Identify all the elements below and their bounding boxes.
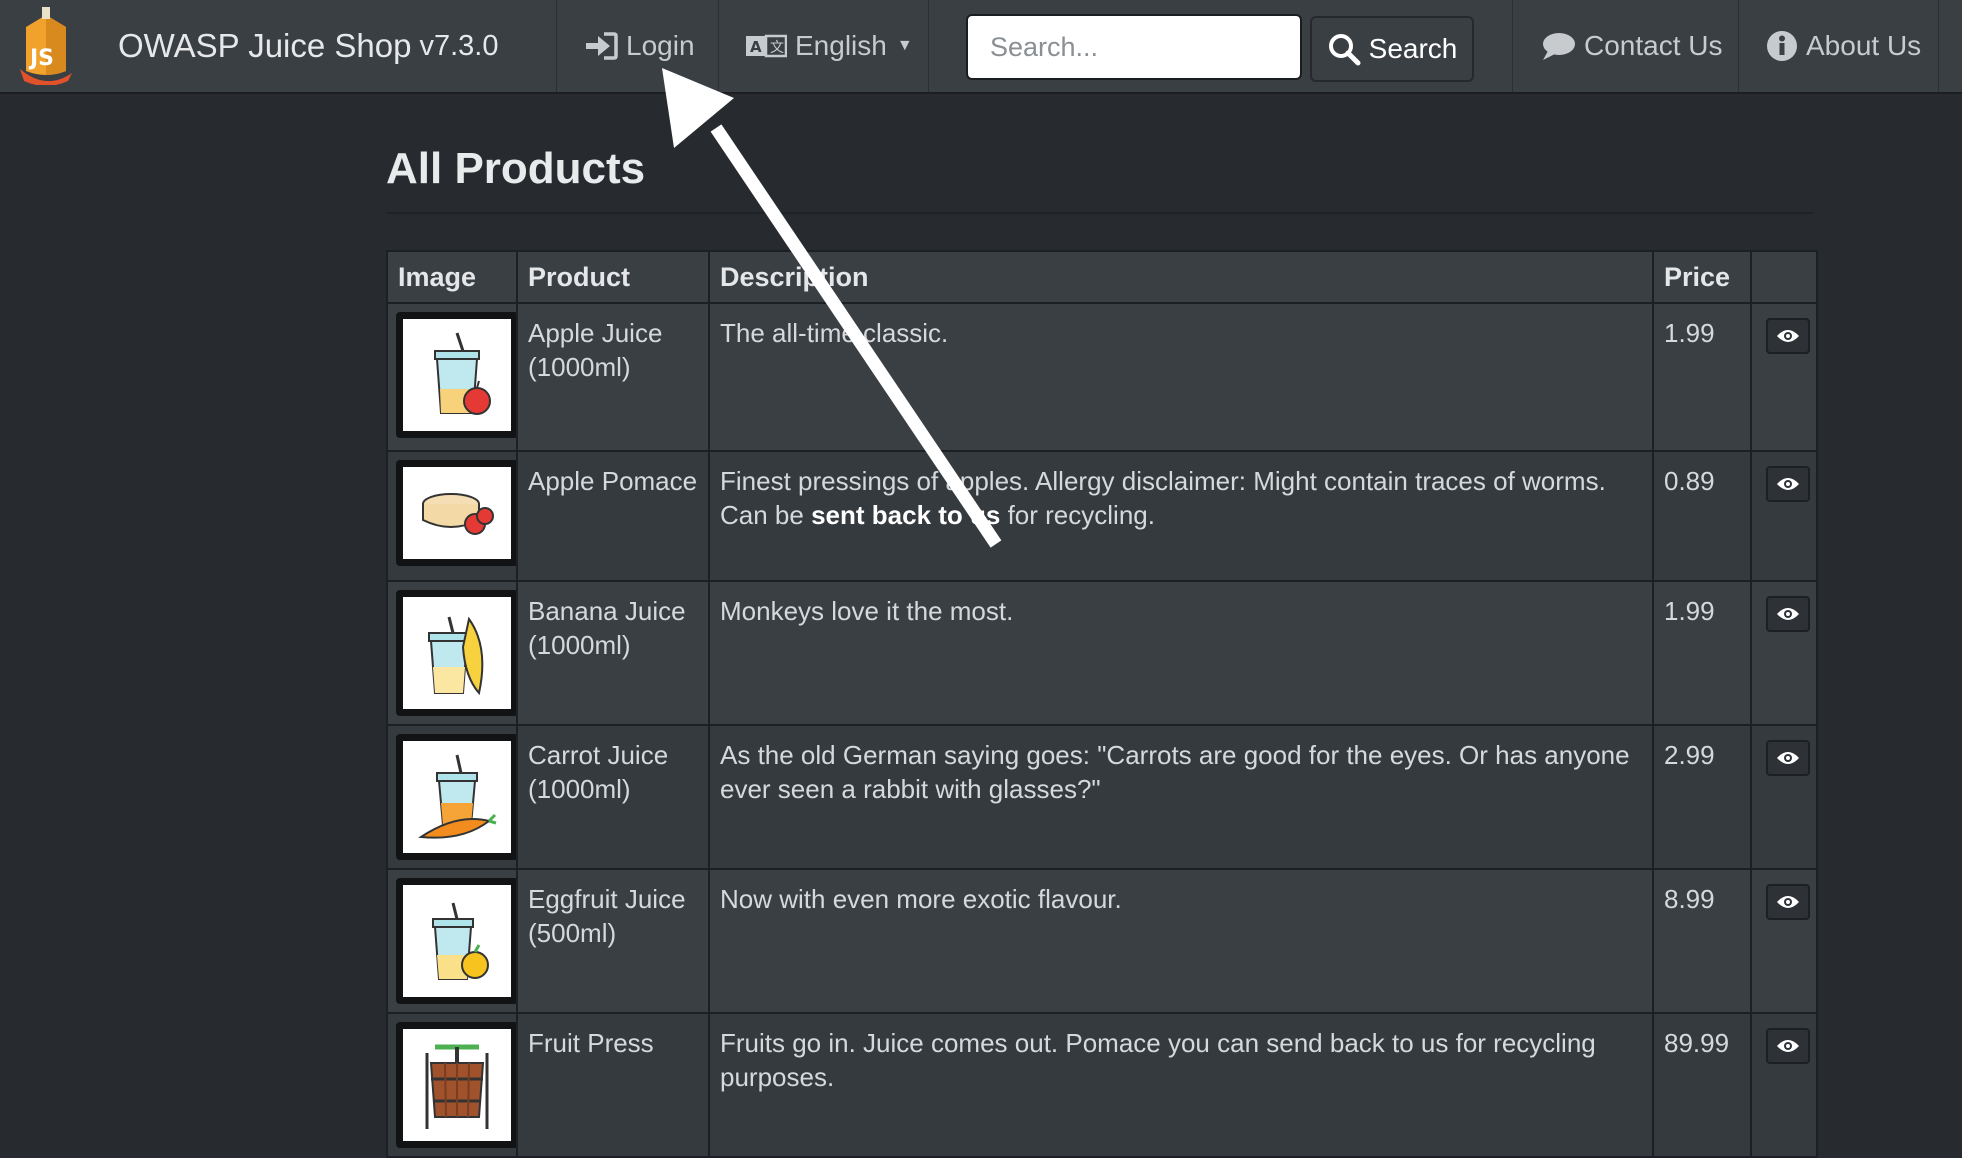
product-description: As the old German saying goes: "Carrots …: [708, 724, 1654, 870]
product-description: The all-time classic.: [708, 302, 1654, 452]
table-row: Carrot Juice (1000ml) As the old German …: [386, 724, 1818, 870]
page-title: All Products: [386, 144, 646, 193]
column-header-image: Image: [386, 250, 518, 304]
product-price: 89.99: [1652, 1012, 1752, 1158]
contact-us-link[interactable]: Contact Us: [1540, 0, 1723, 92]
juice-shop-logo[interactable]: JS: [16, 0, 92, 92]
view-details-button[interactable]: [1766, 318, 1810, 354]
table-header-row: Image Product Description Price: [386, 250, 1818, 304]
carrot-juice-icon[interactable]: [396, 734, 518, 860]
svg-text:A: A: [750, 38, 762, 56]
product-name: Apple Pomace: [516, 450, 710, 582]
column-header-price: Price: [1652, 250, 1752, 304]
banana-juice-icon[interactable]: [396, 590, 518, 716]
svg-text:JS: JS: [28, 46, 54, 71]
view-details-button[interactable]: [1766, 466, 1810, 502]
search-button[interactable]: Search: [1310, 16, 1474, 82]
info-circle-icon: [1766, 30, 1798, 62]
table-row: Banana Juice (1000ml) Monkeys love it th…: [386, 580, 1818, 726]
product-name: Apple Juice (1000ml): [516, 302, 710, 452]
product-name: Eggfruit Juice (500ml): [516, 868, 710, 1014]
about-label: About Us: [1806, 30, 1922, 61]
product-price: 0.89: [1652, 450, 1752, 582]
column-header-description: Description: [708, 250, 1654, 304]
column-header-actions: [1750, 250, 1818, 304]
search-icon: [1327, 32, 1361, 66]
eye-icon: [1776, 606, 1800, 622]
product-description: Now with even more exotic flavour.: [708, 868, 1654, 1014]
products-table: Image Product Description Price Apple Ju…: [386, 250, 1818, 1158]
apple-pomace-icon[interactable]: [396, 460, 518, 566]
about-us-link[interactable]: About Us: [1766, 0, 1921, 92]
product-price: 8.99: [1652, 868, 1752, 1014]
sign-in-icon: [584, 31, 618, 61]
product-description: Monkeys love it the most.: [708, 580, 1654, 726]
product-name: Banana Juice (1000ml): [516, 580, 710, 726]
product-price: 1.99: [1652, 302, 1752, 452]
view-details-button[interactable]: [1766, 1028, 1810, 1064]
product-description: Finest pressings of apples. Allergy disc…: [708, 450, 1654, 582]
title-divider: [386, 212, 1814, 214]
column-header-product: Product: [516, 250, 710, 304]
app-version: v7.3.0: [419, 29, 499, 62]
eye-icon: [1776, 750, 1800, 766]
brand-title[interactable]: OWASP Juice Shop v7.3.0: [118, 0, 498, 92]
product-name: Fruit Press: [516, 1012, 710, 1158]
eggfruit-juice-icon[interactable]: [396, 878, 518, 1004]
product-price: 2.99: [1652, 724, 1752, 870]
speech-bubble-icon: [1540, 31, 1576, 61]
table-row: Fruit Press Fruits go in. Juice comes ou…: [386, 1012, 1818, 1158]
search-button-label: Search: [1368, 33, 1458, 64]
language-dropdown[interactable]: A 文 English ▼: [745, 0, 913, 92]
view-details-button[interactable]: [1766, 596, 1810, 632]
apple-juice-icon[interactable]: [396, 312, 518, 438]
eye-icon: [1776, 1038, 1800, 1054]
table-row: Apple Pomace Finest pressings of apples.…: [386, 450, 1818, 582]
view-details-button[interactable]: [1766, 884, 1810, 920]
product-name: Carrot Juice (1000ml): [516, 724, 710, 870]
search-input[interactable]: [966, 14, 1302, 80]
view-details-button[interactable]: [1766, 740, 1810, 776]
login-button[interactable]: Login: [584, 0, 695, 92]
table-row: Apple Juice (1000ml) The all-time classi…: [386, 302, 1818, 452]
language-icon: A 文: [745, 33, 787, 59]
svg-text:文: 文: [770, 40, 784, 56]
table-row: Eggfruit Juice (500ml) Now with even mor…: [386, 868, 1818, 1014]
product-price: 1.99: [1652, 580, 1752, 726]
login-label: Login: [626, 30, 695, 61]
navbar: JS OWASP Juice Shop v7.3.0 Login A 文 Eng…: [0, 0, 1962, 94]
eye-icon: [1776, 894, 1800, 910]
eye-icon: [1776, 476, 1800, 492]
description-text: for recycling.: [1000, 500, 1155, 530]
language-label: English: [795, 30, 887, 61]
fruit-press-icon[interactable]: [396, 1022, 518, 1148]
contact-label: Contact Us: [1584, 30, 1723, 61]
description-highlight: sent back to us: [811, 500, 1001, 530]
app-name: OWASP Juice Shop: [118, 27, 412, 64]
chevron-down-icon: ▼: [896, 37, 913, 54]
eye-icon: [1776, 328, 1800, 344]
product-description: Fruits go in. Juice comes out. Pomace yo…: [708, 1012, 1654, 1158]
